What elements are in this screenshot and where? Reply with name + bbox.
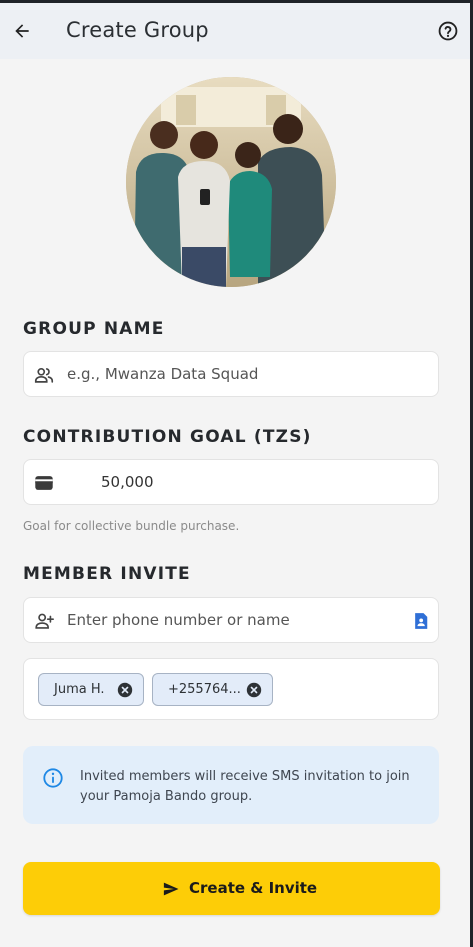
create-invite-button[interactable]: Create & Invite xyxy=(23,862,440,915)
contribution-helper-text: Goal for collective bundle purchase. xyxy=(23,519,240,533)
person-add-icon xyxy=(32,609,56,633)
member-chip[interactable]: +255764... xyxy=(152,673,273,706)
group-photo[interactable] xyxy=(126,77,336,287)
help-button[interactable] xyxy=(436,19,460,43)
sms-info-banner: Invited members will receive SMS invitat… xyxy=(23,746,439,824)
member-chip[interactable]: Juma H. xyxy=(38,673,144,706)
group-name-field[interactable] xyxy=(23,351,439,397)
member-chip-label: Juma H. xyxy=(54,682,105,697)
create-invite-label: Create & Invite xyxy=(189,879,318,897)
member-invite-label: MEMBER INVITE xyxy=(23,564,191,584)
member-invite-input[interactable] xyxy=(67,598,397,642)
contribution-goal-input[interactable] xyxy=(101,460,421,504)
back-button[interactable] xyxy=(10,19,34,43)
member-invite-field[interactable] xyxy=(23,597,439,643)
member-chip-label: +255764... xyxy=(168,682,241,697)
create-group-screen: Create Group GROUP NAME e.g., Mwanza Dat… xyxy=(0,3,470,947)
page-title: Create Group xyxy=(66,18,209,42)
remove-chip-icon[interactable] xyxy=(246,682,262,698)
wallet-icon xyxy=(32,471,56,495)
app-bar: Create Group xyxy=(0,3,470,59)
group-photo-image xyxy=(126,77,336,287)
group-icon xyxy=(32,363,56,387)
contribution-goal-label: CONTRIBUTION GOAL (TZS) xyxy=(23,427,312,447)
group-name-input[interactable] xyxy=(67,352,427,396)
remove-chip-icon[interactable] xyxy=(117,682,133,698)
help-icon xyxy=(438,21,458,41)
contacts-icon[interactable] xyxy=(409,609,433,633)
send-icon xyxy=(163,882,179,896)
invited-members-list: Juma H. +255764... xyxy=(23,658,439,720)
info-icon xyxy=(43,768,63,788)
sms-info-text: Invited members will receive SMS invitat… xyxy=(80,769,410,804)
group-name-label: GROUP NAME xyxy=(23,319,165,339)
arrow-back-icon xyxy=(15,24,29,38)
contribution-goal-field[interactable] xyxy=(23,459,439,505)
